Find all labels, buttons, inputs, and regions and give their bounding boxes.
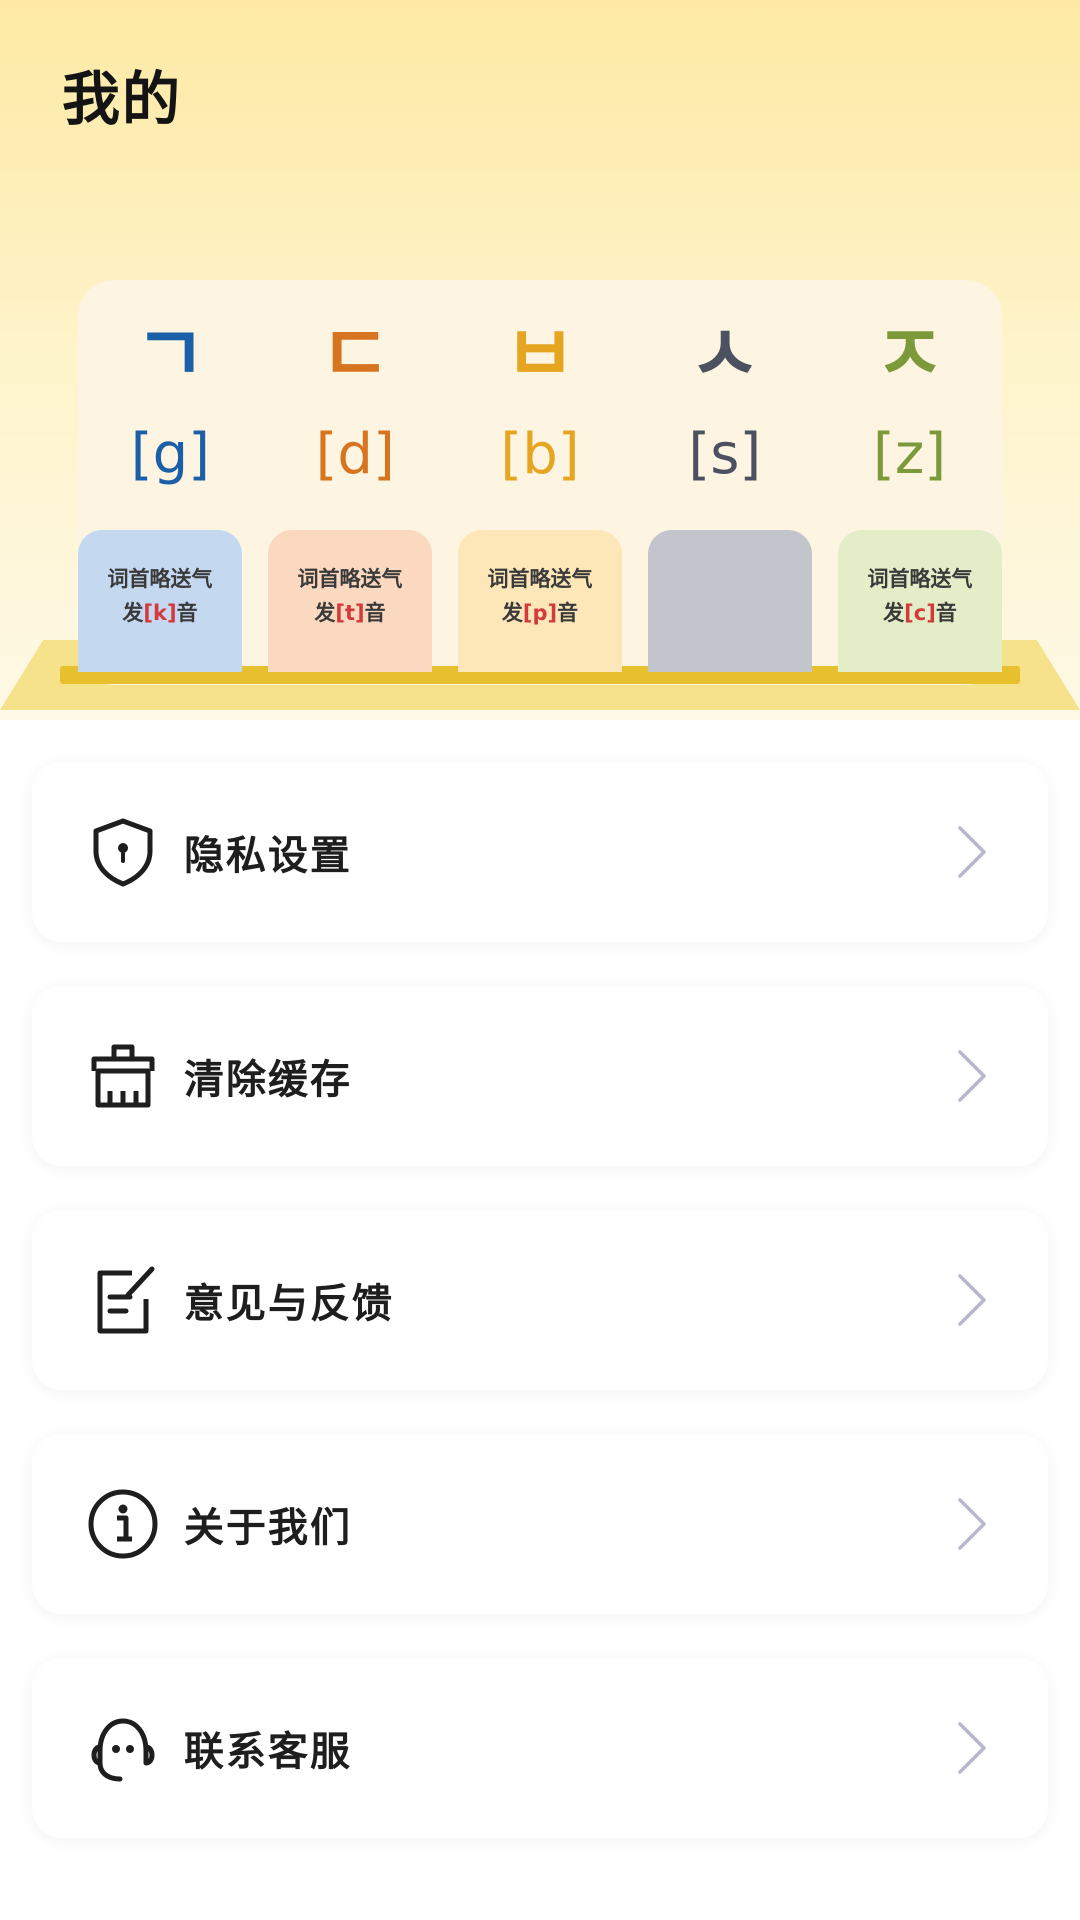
card-line1: 词首略送气 — [867, 567, 973, 591]
romanization: [b] — [500, 422, 580, 487]
letter-column: ㄷ [d] — [263, 300, 448, 500]
hangul-letter: ㅈ — [873, 310, 946, 400]
pronunciation-cards: 词首略送气 发[k]音 词首略送气 发[t]音 词首略送气 发[p]音 词首略送… — [78, 530, 1002, 672]
menu-item-about[interactable]: 关于我们 — [32, 1434, 1048, 1614]
card-suffix: 音 — [935, 601, 957, 625]
broom-icon — [86, 1039, 160, 1113]
card-line1: 词首略送气 — [107, 567, 213, 591]
menu-item-label: 意见与反馈 — [184, 1281, 394, 1327]
letter-column: ㅈ [z] — [817, 300, 1002, 500]
menu-item-label: 隐私设置 — [184, 833, 352, 879]
card-prefix: 发 — [122, 601, 144, 625]
menu-item-feedback[interactable]: 意见与反馈 — [32, 1210, 1048, 1390]
menu-item-label: 联系客服 — [184, 1729, 352, 1775]
menu-item-clear-cache[interactable]: 清除缓存 — [32, 986, 1048, 1166]
card-line1: 词首略送气 — [487, 567, 593, 591]
hangul-letter: ㄱ — [134, 310, 207, 400]
menu-item-privacy[interactable]: 隐私设置 — [32, 762, 1048, 942]
pronunciation-card: 词首略送气 发[t]音 — [268, 530, 432, 672]
page-title: 我的 — [62, 65, 183, 133]
card-sound: [t] — [335, 601, 365, 625]
card-line2: 发[p]音 — [458, 596, 622, 630]
card-sound: [k] — [143, 601, 177, 625]
chevron-right-icon — [958, 826, 986, 878]
card-line1: 词首略送气 — [297, 567, 403, 591]
pronunciation-card: 词首略送气 发[p]音 — [458, 530, 622, 672]
card-sound: [c] — [904, 601, 936, 625]
feedback-edit-icon — [86, 1263, 160, 1337]
card-prefix: 发 — [883, 601, 905, 625]
letter-row: ㄱ [g] ㄷ [d] ㅂ [b] ㅅ [s] ㅈ [z] — [78, 300, 1002, 500]
card-prefix: 发 — [314, 601, 336, 625]
chevron-right-icon — [958, 1050, 986, 1102]
romanization: [s] — [688, 422, 762, 487]
romanization: [d] — [315, 422, 395, 487]
card-line2: 发[t]音 — [268, 596, 432, 630]
letter-column: ㄱ [g] — [78, 300, 263, 500]
menu-item-label: 关于我们 — [184, 1505, 352, 1551]
shield-lock-icon — [86, 815, 160, 889]
chevron-right-icon — [958, 1722, 986, 1774]
pronunciation-card: 词首略送气 发[c]音 — [838, 530, 1002, 672]
letter-column: ㅂ [b] — [448, 300, 633, 500]
chevron-right-icon — [958, 1498, 986, 1550]
hangul-letter: ㅂ — [504, 310, 576, 400]
card-suffix: 音 — [364, 601, 386, 625]
menu-item-customer-service[interactable]: 联系客服 — [32, 1658, 1048, 1838]
card-line2: 发[c]音 — [838, 596, 1002, 630]
romanization: [z] — [873, 422, 947, 487]
hangul-letter: ㄷ — [319, 310, 392, 400]
card-sound: [p] — [522, 601, 558, 625]
letter-column: ㅅ [s] — [632, 300, 817, 500]
pronunciation-card: 词首略送气 发[k]音 — [78, 530, 242, 672]
hangul-letter: ㅅ — [688, 310, 761, 400]
card-prefix: 发 — [501, 601, 523, 625]
menu-item-label: 清除缓存 — [184, 1057, 352, 1103]
romanization: [g] — [130, 422, 211, 487]
pronunciation-card-blank — [648, 530, 812, 672]
chevron-right-icon — [958, 1274, 986, 1326]
card-suffix: 音 — [176, 601, 198, 625]
card-line2: 发[k]音 — [78, 596, 242, 630]
settings-menu: 隐私设置 清除缓存 意见与反馈 关于我们 联系客服 — [32, 762, 1048, 1882]
customer-service-icon — [86, 1711, 160, 1785]
card-suffix: 音 — [557, 601, 579, 625]
info-icon — [86, 1487, 160, 1561]
